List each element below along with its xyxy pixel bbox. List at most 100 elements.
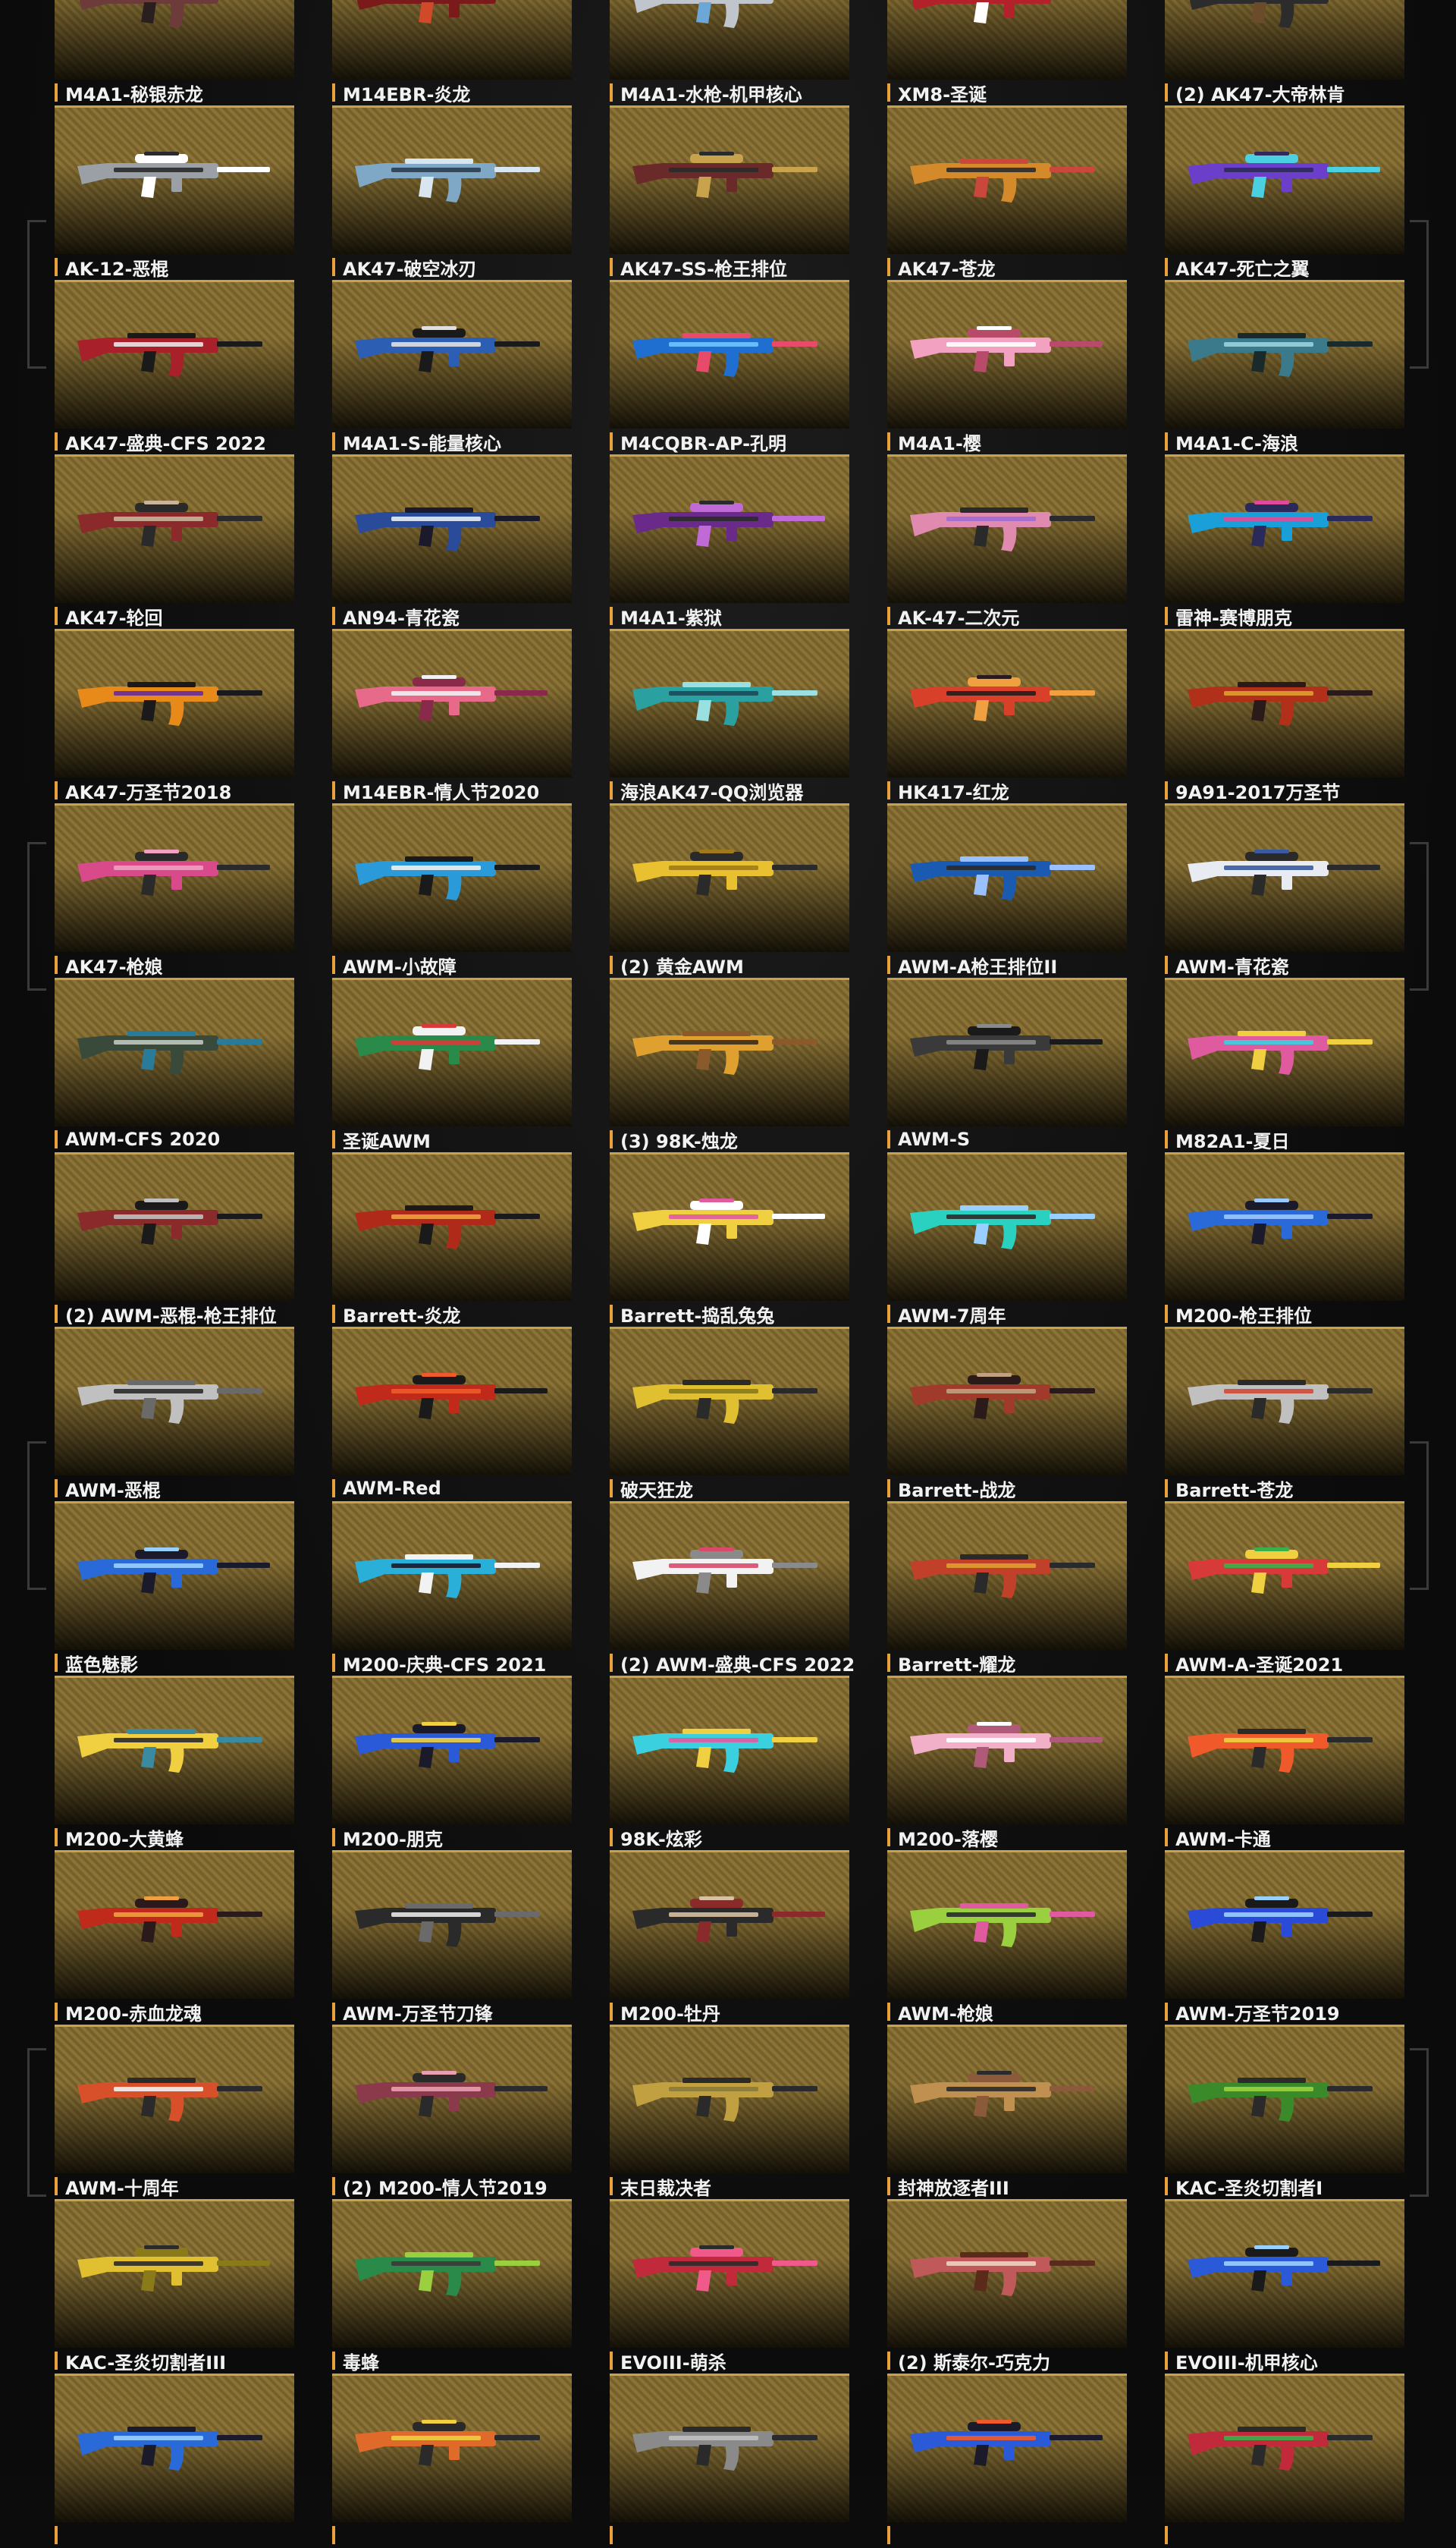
- weapon-thumbnail[interactable]: [610, 2025, 849, 2173]
- weapon-card[interactable]: Barrett-捣乱兔兔: [610, 1152, 849, 1327]
- weapon-card[interactable]: [1165, 2374, 1404, 2548]
- weapon-card[interactable]: 雷神-赛博朋克: [1165, 454, 1404, 629]
- weapon-card[interactable]: (2) AWM-盛典-CFS 2022: [610, 1501, 855, 1676]
- weapon-card[interactable]: EVOIII-机甲核心: [1165, 2199, 1404, 2374]
- weapon-thumbnail[interactable]: [332, 1152, 572, 1301]
- weapon-thumbnail[interactable]: [887, 1327, 1127, 1475]
- weapon-card[interactable]: AWM-7周年: [887, 1152, 1127, 1327]
- weapon-thumbnail[interactable]: [1165, 1676, 1404, 1824]
- weapon-thumbnail[interactable]: [887, 0, 1127, 80]
- weapon-thumbnail[interactable]: [610, 2374, 849, 2522]
- weapon-card[interactable]: AN94-青花瓷: [332, 454, 572, 629]
- weapon-thumbnail[interactable]: [55, 1501, 294, 1650]
- weapon-thumbnail[interactable]: [887, 1676, 1127, 1824]
- weapon-card[interactable]: AK47-万圣节2018: [55, 629, 294, 803]
- weapon-card[interactable]: AK47-死亡之翼: [1165, 105, 1404, 280]
- weapon-card[interactable]: [332, 2374, 572, 2548]
- weapon-thumbnail[interactable]: [887, 454, 1127, 603]
- weapon-card[interactable]: AWM-A枪王排位II: [887, 803, 1127, 978]
- weapon-thumbnail[interactable]: [1165, 1327, 1404, 1475]
- weapon-thumbnail[interactable]: [610, 105, 849, 254]
- weapon-card[interactable]: Barrett-炎龙: [332, 1152, 572, 1327]
- weapon-thumbnail[interactable]: [55, 1327, 294, 1475]
- weapon-thumbnail[interactable]: [610, 1676, 849, 1824]
- weapon-card[interactable]: 毒蜂: [332, 2199, 572, 2374]
- weapon-card[interactable]: 蓝色魅影: [55, 1501, 294, 1676]
- weapon-card[interactable]: 破天狂龙: [610, 1327, 849, 1501]
- weapon-thumbnail[interactable]: [610, 2199, 849, 2348]
- weapon-card[interactable]: 末日裁决者: [610, 2025, 849, 2199]
- weapon-card[interactable]: M200-枪王排位: [1165, 1152, 1404, 1327]
- weapon-card[interactable]: M14EBR-情人节2020: [332, 629, 572, 803]
- weapon-card[interactable]: AWM-十周年: [55, 2025, 294, 2199]
- weapon-thumbnail[interactable]: [332, 454, 572, 603]
- weapon-thumbnail[interactable]: [887, 2199, 1127, 2348]
- weapon-thumbnail[interactable]: [1165, 454, 1404, 603]
- weapon-thumbnail[interactable]: [887, 105, 1127, 254]
- weapon-card[interactable]: AK-47-二次元: [887, 454, 1127, 629]
- weapon-thumbnail[interactable]: [332, 629, 572, 778]
- weapon-thumbnail[interactable]: [55, 2374, 294, 2522]
- weapon-card[interactable]: AWM-卡通: [1165, 1676, 1404, 1850]
- weapon-thumbnail[interactable]: [610, 454, 849, 603]
- weapon-card[interactable]: KAC-圣炎切割者III: [55, 2199, 294, 2374]
- weapon-thumbnail[interactable]: [1165, 2199, 1404, 2348]
- weapon-card[interactable]: HK417-红龙: [887, 629, 1127, 803]
- weapon-card[interactable]: AWM-A-圣诞2021: [1165, 1501, 1404, 1676]
- weapon-thumbnail[interactable]: [55, 1152, 294, 1301]
- weapon-card[interactable]: M200-赤血龙魂: [55, 1850, 294, 2025]
- weapon-thumbnail[interactable]: [55, 2199, 294, 2348]
- weapon-card[interactable]: M4A1-水枪-机甲核心: [610, 0, 849, 105]
- weapon-thumbnail[interactable]: [332, 2025, 572, 2173]
- weapon-card[interactable]: Barrett-耀龙: [887, 1501, 1127, 1676]
- weapon-thumbnail[interactable]: [332, 2374, 572, 2522]
- weapon-card[interactable]: AWM-青花瓷: [1165, 803, 1404, 978]
- weapon-card[interactable]: AK47-SS-枪王排位: [610, 105, 849, 280]
- weapon-thumbnail[interactable]: [887, 1850, 1127, 1999]
- weapon-card[interactable]: M4CQBR-AP-孔明: [610, 280, 849, 454]
- weapon-card[interactable]: M200-落樱: [887, 1676, 1127, 1850]
- weapon-thumbnail[interactable]: [1165, 978, 1404, 1126]
- weapon-thumbnail[interactable]: [887, 2374, 1127, 2522]
- weapon-thumbnail[interactable]: [610, 629, 849, 778]
- weapon-card[interactable]: Barrett-苍龙: [1165, 1327, 1404, 1501]
- weapon-thumbnail[interactable]: [887, 280, 1127, 429]
- weapon-card[interactable]: KAC-圣炎切割者I: [1165, 2025, 1404, 2199]
- weapon-thumbnail[interactable]: [55, 280, 294, 429]
- weapon-card[interactable]: M4A1-C-海浪: [1165, 280, 1404, 454]
- weapon-thumbnail[interactable]: [610, 1327, 849, 1475]
- weapon-card[interactable]: [610, 2374, 849, 2548]
- weapon-card[interactable]: AK47-破空冰刃: [332, 105, 572, 280]
- weapon-card[interactable]: [55, 2374, 294, 2548]
- weapon-card[interactable]: (2) 黄金AWM: [610, 803, 849, 978]
- weapon-thumbnail[interactable]: [55, 629, 294, 778]
- weapon-card[interactable]: XM8-圣诞: [887, 0, 1127, 105]
- weapon-thumbnail[interactable]: [1165, 2025, 1404, 2173]
- weapon-thumbnail[interactable]: [1165, 1501, 1404, 1650]
- weapon-thumbnail[interactable]: [887, 978, 1127, 1126]
- weapon-card[interactable]: AWM-S: [887, 978, 1127, 1152]
- weapon-thumbnail[interactable]: [332, 105, 572, 254]
- weapon-card[interactable]: M200-牡丹: [610, 1850, 849, 2025]
- weapon-card[interactable]: M200-大黄蜂: [55, 1676, 294, 1850]
- weapon-thumbnail[interactable]: [332, 1676, 572, 1824]
- weapon-thumbnail[interactable]: [610, 1152, 849, 1301]
- weapon-card[interactable]: M82A1-夏日: [1165, 978, 1404, 1152]
- weapon-card[interactable]: (2) AWM-恶棍-枪王排位: [55, 1152, 294, 1327]
- weapon-thumbnail[interactable]: [332, 0, 572, 80]
- weapon-thumbnail[interactable]: [1165, 0, 1404, 80]
- weapon-thumbnail[interactable]: [332, 1327, 572, 1475]
- weapon-thumbnail[interactable]: [887, 2025, 1127, 2173]
- weapon-card[interactable]: AK47-苍龙: [887, 105, 1127, 280]
- weapon-card[interactable]: (3) 98K-烛龙: [610, 978, 849, 1152]
- weapon-thumbnail[interactable]: [887, 629, 1127, 778]
- weapon-card[interactable]: M200-庆典-CFS 2021: [332, 1501, 572, 1676]
- weapon-thumbnail[interactable]: [1165, 2374, 1404, 2522]
- weapon-card[interactable]: AWM-小故障: [332, 803, 572, 978]
- weapon-thumbnail[interactable]: [1165, 1152, 1404, 1301]
- weapon-thumbnail[interactable]: [887, 803, 1127, 952]
- weapon-card[interactable]: Barrett-战龙: [887, 1327, 1127, 1501]
- weapon-thumbnail[interactable]: [55, 978, 294, 1126]
- weapon-card[interactable]: 封神放逐者III: [887, 2025, 1127, 2199]
- weapon-thumbnail[interactable]: [610, 0, 849, 80]
